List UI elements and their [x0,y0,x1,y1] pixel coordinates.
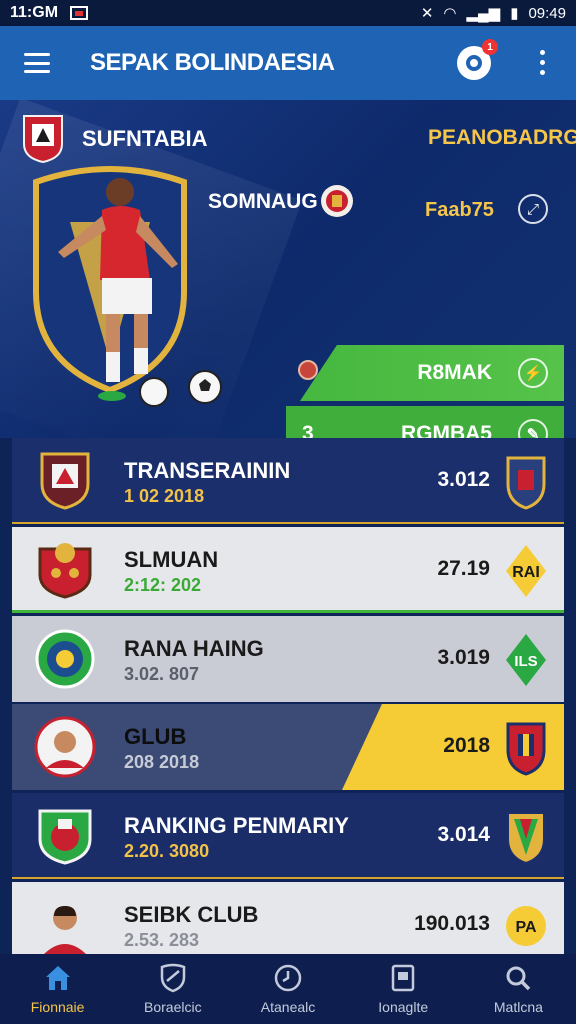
club-crest-icon [38,543,92,599]
nav-item-home[interactable]: Fionnaie [0,954,115,1024]
list-item-value: 27.19 [437,557,490,580]
list-item-date: 2:12: 202 [124,575,202,595]
club-badge-icon: RAI [506,545,546,597]
list-item-name: GLUB [124,724,187,749]
list-item-value: 3.012 [437,468,490,491]
list-item-value: 3.014 [437,823,490,846]
list-item-value: 3.019 [437,646,490,669]
football-icon [188,370,222,404]
notification-button[interactable]: 1 [457,39,498,80]
notification-badge: 1 [482,39,498,55]
list-item-date: 208 2018 [124,752,200,772]
list-item-name: RANA HAING [124,636,264,661]
club-badge-label: PA [515,919,536,936]
home-icon [45,966,70,990]
menu-icon[interactable] [24,53,50,73]
stat-bar-label: RGMBA5 [400,422,492,438]
player-avatar [34,716,96,778]
list-item-date: 2.20. 3080 [124,841,210,861]
list-item-value: 190.013 [414,912,490,935]
club-badge-icon: ILS [506,634,546,686]
notification-icon [466,55,482,71]
club-badge-icon [506,456,546,510]
club-list: TRANSERAININ 1 02 2018 3.012 SLMUAN 2:12… [12,438,564,954]
hero-player-name: SOMNAUG [208,190,318,213]
nav-item-shield[interactable]: Boraelcic [115,954,230,1024]
indicator-dot [298,360,318,380]
club-badge-label: RAI [512,564,540,581]
mute-icon: ✕ [420,5,434,22]
player-avatar [44,906,86,954]
nav-item-label: Ionaglte [378,999,429,1015]
club-crest-icon [23,115,63,164]
hero-right-title: PEANOBADRG [428,126,576,149]
stat-bar[interactable]: R8MAK ⚡ [300,345,564,401]
nav-item-label: Fionnaie [30,999,85,1015]
nav-item-label: Matlcna [493,999,543,1015]
more-options-icon[interactable] [540,50,545,75]
list-item-value: 2018 [443,734,490,757]
gallery-icon [70,6,89,20]
hero-stat-value: Faab75 [425,199,494,221]
club-crest-icon [38,809,92,865]
club-badge-icon [507,812,545,865]
wifi-icon: ◠ [443,5,457,22]
club-badge-icon: PA [506,906,546,946]
status-bar: 11:GM ✕ ◠ ▂▄▆ ▮ 09:49 [0,0,576,26]
list-item[interactable]: SLMUAN 2:12: 202 27.19 RAI [12,527,564,613]
stat-bar-label: R8MAK [417,361,492,384]
clock-icon [274,964,302,992]
status-time: 11:GM [10,4,59,21]
stat-bar-number: 3 [302,422,314,438]
app-bar: SEPAK BOLINDAESIA 1 [0,26,576,100]
club-badge-label: ILS [514,653,537,670]
status-icons: ✕ ◠ ▂▄▆ ▮ 09:49 [420,4,566,23]
hero-club-name: SUFNTABIA [82,126,208,151]
tablet-icon [391,964,415,992]
bottom-navigation: Fionnaie Boraelcic Atanealc Ionaglte Mat… [0,954,576,1024]
hero-banner: SUFNTABIA PEANOBADRG SOMNAUG Faab75 ⤢ R8… [0,100,576,438]
club-crest-icon [35,629,95,689]
list-item-date: 2.53. 283 [124,930,200,950]
search-icon [506,966,531,991]
battery-icon: ▮ [510,5,519,22]
list-item-date: 3.02. 807 [124,664,200,684]
nav-item-label: Boraelcic [144,999,202,1015]
nav-item-clock[interactable]: Atanealc [230,954,345,1024]
nav-item-label: Atanealc [260,999,316,1015]
list-item-name: SLMUAN [124,547,219,572]
player-team-icon [321,185,353,217]
nav-item-search[interactable]: Matlcna [461,954,576,1024]
app-title: SEPAK BOLINDAESIA [90,49,335,76]
list-item[interactable]: RANKING PENMARIY 2.20. 3080 3.014 [12,793,564,879]
list-item[interactable]: RANA HAING 3.02. 807 3.019 ILS [12,616,564,702]
list-item-date: 1 02 2018 [124,486,205,506]
list-item[interactable]: SEIBK CLUB 2.53. 283 190.013 PA [12,882,564,954]
signal-icon: ▂▄▆ [466,5,501,22]
stat-action-icon: ✎ [518,419,548,438]
shield-icon [160,963,186,993]
compare-icon[interactable]: ⤢ [518,194,548,224]
list-item-name: RANKING PENMARIY [124,813,349,838]
status-clock: 09:49 [528,4,566,22]
stat-action-icon: ⚡ [518,358,548,388]
list-item-name: TRANSERAININ [124,458,291,483]
list-item-name: SEIBK CLUB [124,902,259,927]
club-crest-icon [40,452,90,510]
list-item[interactable]: TRANSERAININ 1 02 2018 3.012 [12,438,564,524]
list-item[interactable]: GLUB 208 2018 2018 [12,704,564,790]
nav-item-tablet[interactable]: Ionaglte [346,954,461,1024]
stat-bar[interactable]: 3 RGMBA5 ✎ [286,406,564,438]
club-badge-icon [506,722,546,776]
